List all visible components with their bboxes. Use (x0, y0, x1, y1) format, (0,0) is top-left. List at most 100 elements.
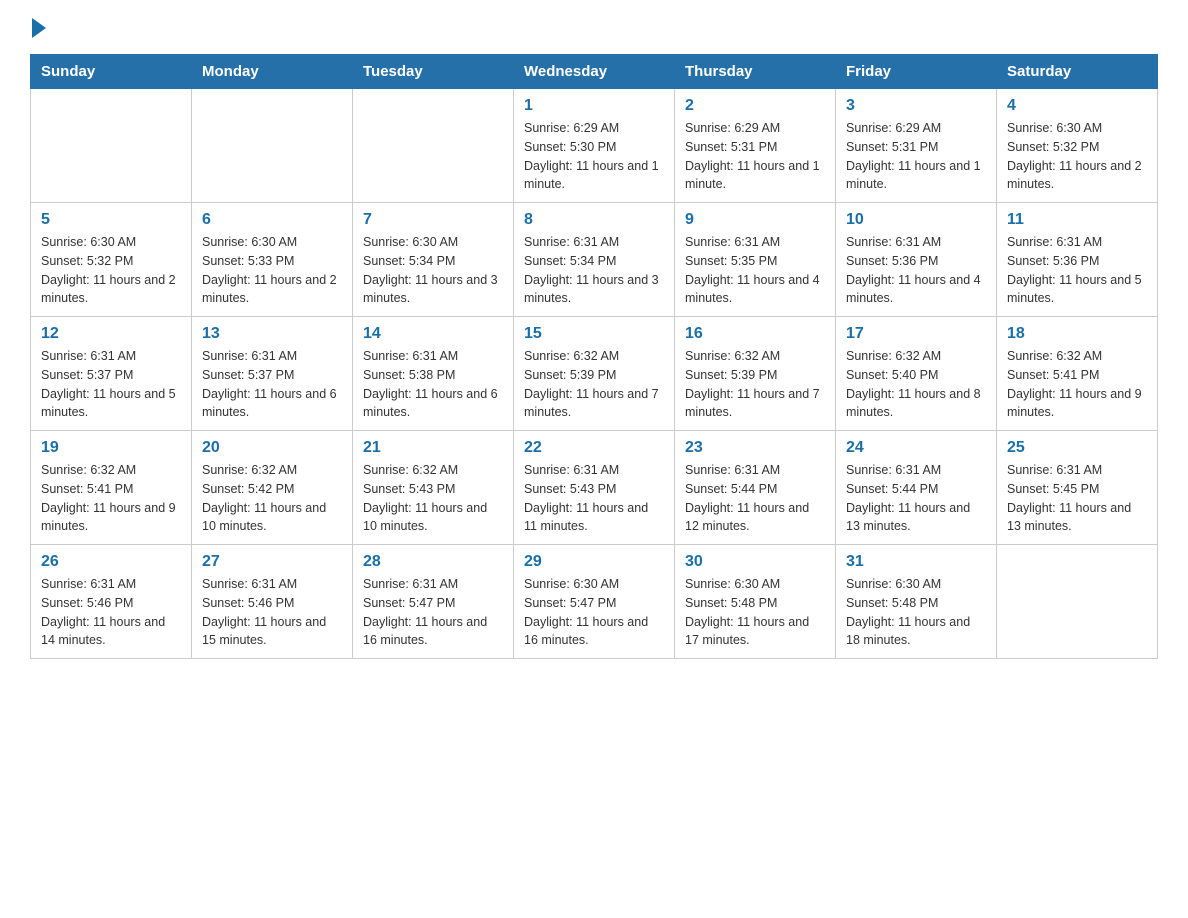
calendar-cell: 30Sunrise: 6:30 AMSunset: 5:48 PMDayligh… (675, 545, 836, 659)
day-number: 17 (846, 325, 986, 343)
calendar-cell: 2 Sunrise: 6:29 AMSunset: 5:31 PMDaylight… (675, 89, 836, 203)
day-info: Sunrise: 6:30 AMSunset: 5:34 PMDaylight:… (363, 233, 503, 308)
day-number: 30 (685, 553, 825, 571)
week-row-5: 26 Sunrise: 6:31 AMSunset: 5:46 PMDayligh… (31, 545, 1158, 659)
calendar-cell: 26Sunrise: 6:31 AMSunset: 5:46 PMDayligh… (31, 545, 192, 659)
calendar-cell: 8 Sunrise: 6:31 AMSunset: 5:34 PMDaylight… (514, 203, 675, 317)
logo-arrow-icon (32, 18, 46, 38)
calendar-cell (192, 89, 353, 203)
day-number: 24 (846, 439, 986, 457)
day-number: 23 (685, 439, 825, 457)
calendar-cell: 4Sunrise: 6:30 AMSunset: 5:32 PMDaylight… (997, 89, 1158, 203)
week-row-2: 5Sunrise: 6:30 AMSunset: 5:32 PMDaylight… (31, 203, 1158, 317)
day-number: 27 (202, 553, 342, 571)
calendar-cell: 31 Sunrise: 6:30 AMSunset: 5:48 PMDayligh… (836, 545, 997, 659)
day-info: Sunrise: 6:32 AMSunset: 5:41 PMDaylight:… (1007, 347, 1147, 422)
day-info: Sunrise: 6:32 AMSunset: 5:43 PMDaylight:… (363, 461, 503, 536)
calendar-cell: 10 Sunrise: 6:31 AMSunset: 5:36 PMDayligh… (836, 203, 997, 317)
day-info: Sunrise: 6:31 AMSunset: 5:47 PMDaylight:… (363, 575, 503, 650)
day-number: 7 (363, 211, 503, 229)
calendar-cell: 27 Sunrise: 6:31 AMSunset: 5:46 PMDayligh… (192, 545, 353, 659)
day-number: 21 (363, 439, 503, 457)
calendar-cell: 6 Sunrise: 6:30 AMSunset: 5:33 PMDaylight… (192, 203, 353, 317)
weekday-header-tuesday: Tuesday (353, 55, 514, 89)
calendar-cell (353, 89, 514, 203)
day-info: Sunrise: 6:31 AMSunset: 5:44 PMDaylight:… (846, 461, 986, 536)
weekday-header-monday: Monday (192, 55, 353, 89)
day-number: 3 (846, 97, 986, 115)
calendar-cell: 23 Sunrise: 6:31 AMSunset: 5:44 PMDayligh… (675, 431, 836, 545)
day-number: 26 (41, 553, 181, 571)
day-info: Sunrise: 6:31 AMSunset: 5:36 PMDaylight:… (1007, 233, 1147, 308)
day-info: Sunrise: 6:31 AMSunset: 5:44 PMDaylight:… (685, 461, 825, 536)
day-info: Sunrise: 6:29 AMSunset: 5:30 PMDaylight:… (524, 119, 664, 194)
calendar-cell: 11 Sunrise: 6:31 AMSunset: 5:36 PMDayligh… (997, 203, 1158, 317)
day-number: 28 (363, 553, 503, 571)
day-info: Sunrise: 6:30 AMSunset: 5:33 PMDaylight:… (202, 233, 342, 308)
day-info: Sunrise: 6:32 AMSunset: 5:39 PMDaylight:… (524, 347, 664, 422)
calendar-cell (997, 545, 1158, 659)
day-number: 20 (202, 439, 342, 457)
day-info: Sunrise: 6:31 AMSunset: 5:38 PMDaylight:… (363, 347, 503, 422)
calendar-cell: 5Sunrise: 6:30 AMSunset: 5:32 PMDaylight… (31, 203, 192, 317)
day-number: 19 (41, 439, 181, 457)
calendar-cell: 7 Sunrise: 6:30 AMSunset: 5:34 PMDaylight… (353, 203, 514, 317)
weekday-header-sunday: Sunday (31, 55, 192, 89)
day-info: Sunrise: 6:31 AMSunset: 5:37 PMDaylight:… (202, 347, 342, 422)
calendar-cell: 18Sunrise: 6:32 AMSunset: 5:41 PMDayligh… (997, 317, 1158, 431)
calendar-cell: 1Sunrise: 6:29 AMSunset: 5:30 PMDaylight… (514, 89, 675, 203)
day-number: 25 (1007, 439, 1147, 457)
day-info: Sunrise: 6:31 AMSunset: 5:45 PMDaylight:… (1007, 461, 1147, 536)
calendar-cell: 25 Sunrise: 6:31 AMSunset: 5:45 PMDayligh… (997, 431, 1158, 545)
calendar-cell: 16 Sunrise: 6:32 AMSunset: 5:39 PMDayligh… (675, 317, 836, 431)
day-number: 22 (524, 439, 664, 457)
calendar-cell: 22Sunrise: 6:31 AMSunset: 5:43 PMDayligh… (514, 431, 675, 545)
day-info: Sunrise: 6:31 AMSunset: 5:36 PMDaylight:… (846, 233, 986, 308)
day-number: 13 (202, 325, 342, 343)
calendar-cell: 15 Sunrise: 6:32 AMSunset: 5:39 PMDayligh… (514, 317, 675, 431)
day-number: 10 (846, 211, 986, 229)
week-row-4: 19Sunrise: 6:32 AMSunset: 5:41 PMDayligh… (31, 431, 1158, 545)
day-info: Sunrise: 6:32 AMSunset: 5:39 PMDaylight:… (685, 347, 825, 422)
day-info: Sunrise: 6:31 AMSunset: 5:37 PMDaylight:… (41, 347, 181, 422)
day-info: Sunrise: 6:30 AMSunset: 5:32 PMDaylight:… (1007, 119, 1147, 194)
day-number: 31 (846, 553, 986, 571)
day-info: Sunrise: 6:30 AMSunset: 5:47 PMDaylight:… (524, 575, 664, 650)
day-info: Sunrise: 6:29 AMSunset: 5:31 PMDaylight:… (846, 119, 986, 194)
calendar-table: SundayMondayTuesdayWednesdayThursdayFrid… (30, 54, 1158, 659)
weekday-header-saturday: Saturday (997, 55, 1158, 89)
calendar-cell (31, 89, 192, 203)
day-number: 8 (524, 211, 664, 229)
day-info: Sunrise: 6:31 AMSunset: 5:34 PMDaylight:… (524, 233, 664, 308)
day-info: Sunrise: 6:32 AMSunset: 5:42 PMDaylight:… (202, 461, 342, 536)
week-row-1: 1Sunrise: 6:29 AMSunset: 5:30 PMDaylight… (31, 89, 1158, 203)
calendar-cell: 20 Sunrise: 6:32 AMSunset: 5:42 PMDayligh… (192, 431, 353, 545)
day-number: 12 (41, 325, 181, 343)
calendar-cell: 24 Sunrise: 6:31 AMSunset: 5:44 PMDayligh… (836, 431, 997, 545)
calendar-cell: 12 Sunrise: 6:31 AMSunset: 5:37 PMDayligh… (31, 317, 192, 431)
calendar-cell: 29 Sunrise: 6:30 AMSunset: 5:47 PMDayligh… (514, 545, 675, 659)
day-info: Sunrise: 6:30 AMSunset: 5:48 PMDaylight:… (846, 575, 986, 650)
calendar-cell: 13 Sunrise: 6:31 AMSunset: 5:37 PMDayligh… (192, 317, 353, 431)
day-number: 2 (685, 97, 825, 115)
calendar-cell: 21 Sunrise: 6:32 AMSunset: 5:43 PMDayligh… (353, 431, 514, 545)
weekday-header-wednesday: Wednesday (514, 55, 675, 89)
day-info: Sunrise: 6:32 AMSunset: 5:40 PMDaylight:… (846, 347, 986, 422)
day-number: 6 (202, 211, 342, 229)
day-number: 11 (1007, 211, 1147, 229)
weekday-header-thursday: Thursday (675, 55, 836, 89)
day-number: 29 (524, 553, 664, 571)
calendar-cell: 19Sunrise: 6:32 AMSunset: 5:41 PMDayligh… (31, 431, 192, 545)
weekday-header-row: SundayMondayTuesdayWednesdayThursdayFrid… (31, 55, 1158, 89)
day-info: Sunrise: 6:31 AMSunset: 5:46 PMDaylight:… (202, 575, 342, 650)
day-info: Sunrise: 6:29 AMSunset: 5:31 PMDaylight:… (685, 119, 825, 194)
day-number: 16 (685, 325, 825, 343)
day-number: 15 (524, 325, 664, 343)
calendar-cell: 9Sunrise: 6:31 AMSunset: 5:35 PMDaylight… (675, 203, 836, 317)
calendar-cell: 14 Sunrise: 6:31 AMSunset: 5:38 PMDayligh… (353, 317, 514, 431)
calendar-cell: 3 Sunrise: 6:29 AMSunset: 5:31 PMDaylight… (836, 89, 997, 203)
week-row-3: 12 Sunrise: 6:31 AMSunset: 5:37 PMDayligh… (31, 317, 1158, 431)
day-number: 14 (363, 325, 503, 343)
logo (30, 20, 46, 38)
day-info: Sunrise: 6:30 AMSunset: 5:32 PMDaylight:… (41, 233, 181, 308)
